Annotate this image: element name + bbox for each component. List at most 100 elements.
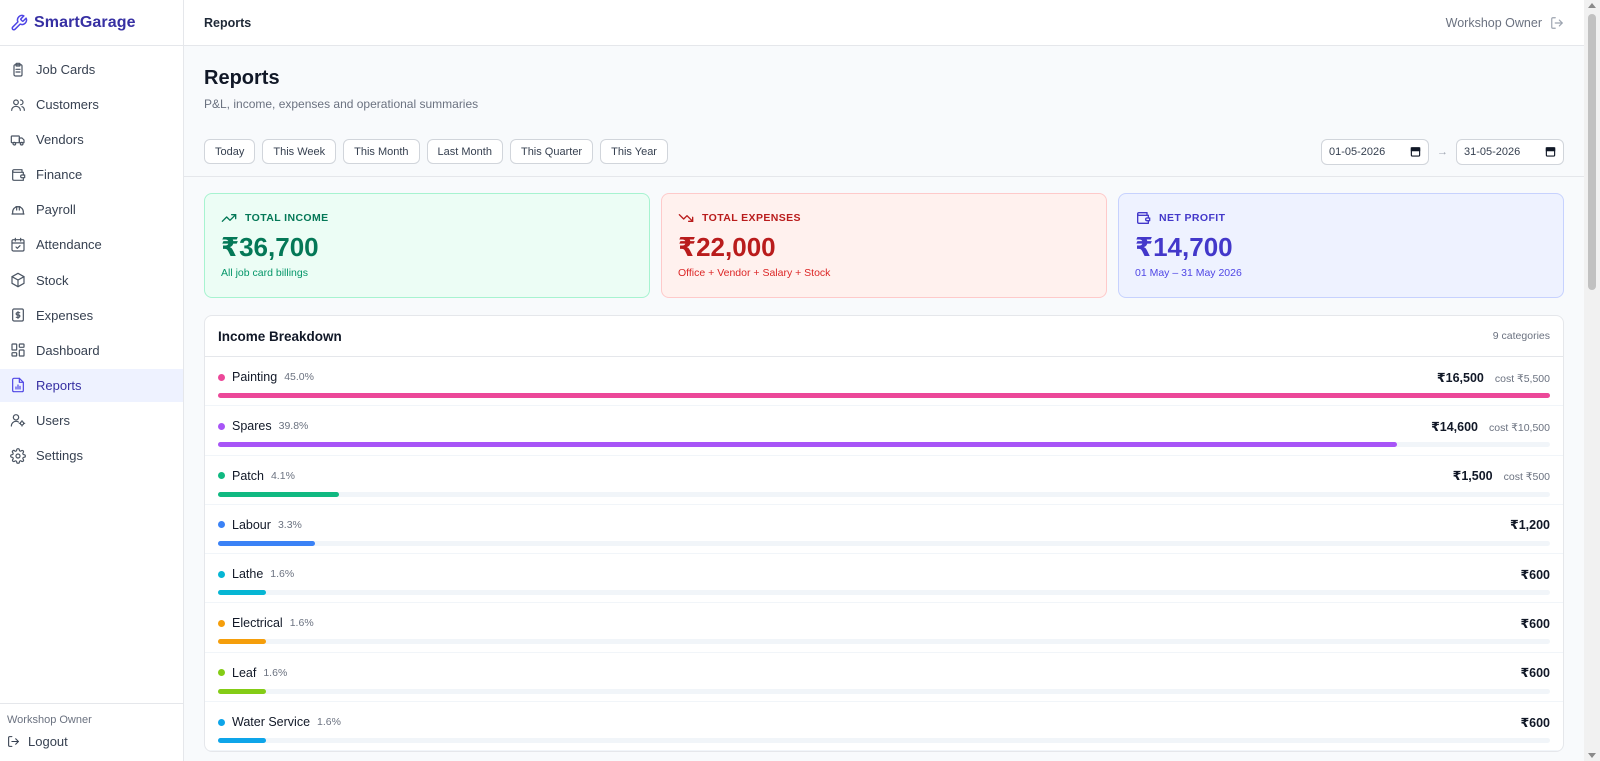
breakdown-row-label: Water Service 1.6% bbox=[218, 715, 341, 729]
category-name: Lathe bbox=[232, 567, 264, 582]
receipt-icon bbox=[10, 307, 26, 323]
wallet-icon bbox=[1135, 210, 1151, 226]
page-title: Reports bbox=[204, 67, 280, 89]
sidebar-item-settings[interactable]: Settings bbox=[0, 439, 183, 472]
sidebar-item-job-cards[interactable]: Job Cards bbox=[0, 53, 183, 86]
net-profit-value: ₹14,700 bbox=[1135, 232, 1233, 262]
package-icon bbox=[10, 272, 26, 288]
category-name: Leaf bbox=[232, 665, 257, 680]
sidebar-item-customers[interactable]: Customers bbox=[0, 88, 183, 121]
page-header: Reports P&L, income, expenses and operat… bbox=[184, 46, 1584, 111]
breakdown-row-label: Labour 3.3% bbox=[218, 518, 302, 532]
calendar-check-icon bbox=[10, 237, 26, 253]
preset-today-button[interactable]: Today bbox=[204, 139, 256, 164]
income-breakdown-header: Income Breakdown 9 categories bbox=[205, 316, 1563, 357]
sidebar-nav: Job Cards Customers Vendors Finance Payroll A… bbox=[0, 46, 183, 472]
breakdown-row-values: ₹14,600 cost ₹10,500 bbox=[1431, 419, 1550, 434]
logout-icon[interactable] bbox=[1550, 16, 1564, 30]
summary-cards: TOTAL INCOME ₹36,700 All job card billin… bbox=[184, 177, 1584, 298]
income-breakdown-title: Income Breakdown bbox=[218, 328, 342, 344]
logout-icon bbox=[7, 735, 20, 748]
category-color-dot bbox=[218, 718, 225, 726]
sidebar-item-attendance[interactable]: Attendance bbox=[0, 228, 183, 261]
brand[interactable]: SmartGarage bbox=[0, 0, 183, 46]
page-scrollbar[interactable] bbox=[1584, 0, 1600, 761]
logout-button[interactable]: Logout bbox=[7, 734, 176, 749]
breakdown-row-label: Lathe 1.6% bbox=[218, 567, 294, 581]
progress-fill bbox=[218, 540, 316, 546]
breakdown-row-header: Leaf 1.6% ₹600 bbox=[218, 665, 1550, 681]
category-color-dot bbox=[218, 472, 225, 480]
scroll-thumb[interactable] bbox=[1588, 14, 1596, 290]
from-date-input[interactable]: 01-05-2026 bbox=[1321, 138, 1429, 165]
category-color-dot bbox=[218, 619, 225, 627]
calendar-icon[interactable] bbox=[1410, 146, 1421, 157]
progress-track bbox=[218, 688, 1550, 694]
net-profit-card: NET PROFIT ₹14,700 01 May – 31 May 2026 bbox=[1118, 193, 1564, 298]
dashboard-icon bbox=[10, 342, 26, 358]
progress-fill bbox=[218, 491, 340, 497]
preset-last-month-button[interactable]: Last Month bbox=[426, 139, 503, 164]
preset-this-quarter-button[interactable]: This Quarter bbox=[509, 139, 594, 164]
breakdown-row-header: Patch 4.1% ₹1,500 cost ₹500 bbox=[218, 468, 1550, 484]
preset-this-month-button[interactable]: This Month bbox=[343, 139, 420, 164]
breakdown-row: Lathe 1.6% ₹600 bbox=[205, 554, 1563, 604]
sidebar-item-label: Finance bbox=[36, 167, 83, 183]
breakdown-rows: Painting 45.0% ₹16,500 cost ₹5,500 Spares 39.… bbox=[205, 357, 1563, 752]
total-expenses-note: Office + Vendor + Salary + Stock bbox=[678, 267, 831, 279]
category-cost: cost ₹500 bbox=[1503, 471, 1550, 484]
progress-track bbox=[218, 393, 1550, 398]
topbar-user-menu[interactable]: Workshop Owner bbox=[1446, 16, 1564, 30]
sidebar-item-stock[interactable]: Stock bbox=[0, 264, 183, 297]
sidebar-item-label: Attendance bbox=[36, 237, 102, 253]
sidebar-item-label: Job Cards bbox=[36, 62, 96, 77]
progress-fill bbox=[218, 738, 266, 744]
breakdown-row: Labour 3.3% ₹1,200 bbox=[205, 505, 1563, 555]
scroll-down-arrow-icon[interactable] bbox=[1588, 753, 1596, 758]
gear-icon bbox=[10, 447, 26, 464]
calendar-icon[interactable] bbox=[1545, 146, 1556, 157]
breakdown-row: Water Service 1.6% ₹600 bbox=[205, 702, 1563, 752]
breakdown-row-values: ₹16,500 cost ₹5,500 bbox=[1437, 370, 1550, 385]
breakdown-row-values: ₹600 bbox=[1520, 567, 1550, 582]
sidebar-item-payroll[interactable]: Payroll bbox=[0, 193, 183, 226]
category-name: Labour bbox=[232, 517, 271, 532]
truck-icon bbox=[10, 132, 26, 148]
progress-track bbox=[218, 639, 1550, 645]
category-percent: 1.6% bbox=[317, 716, 341, 729]
preset-this-week-button[interactable]: This Week bbox=[262, 139, 337, 164]
sidebar-item-vendors[interactable]: Vendors bbox=[0, 123, 183, 156]
main-content: Reports P&L, income, expenses and operat… bbox=[184, 46, 1584, 761]
to-date-input[interactable]: 31-05-2026 bbox=[1456, 138, 1564, 165]
progress-fill bbox=[218, 590, 266, 596]
total-expenses-card: TOTAL EXPENSES ₹22,000 Office + Vendor +… bbox=[661, 193, 1107, 298]
progress-track bbox=[218, 540, 1550, 546]
sidebar-item-label: Expenses bbox=[36, 307, 94, 323]
progress-track bbox=[218, 590, 1550, 596]
footer-user: Workshop Owner bbox=[7, 714, 92, 726]
breakdown-row-values: ₹1,200 bbox=[1510, 517, 1550, 532]
user-cog-icon bbox=[10, 412, 26, 428]
progress-fill bbox=[218, 393, 1550, 398]
breakdown-row-label: Electrical 1.6% bbox=[218, 616, 314, 630]
sidebar-item-users[interactable]: Users bbox=[0, 404, 183, 437]
breakdown-row: Patch 4.1% ₹1,500 cost ₹500 bbox=[205, 456, 1563, 505]
sidebar-item-label: Payroll bbox=[36, 202, 76, 218]
scroll-up-arrow-icon[interactable] bbox=[1588, 3, 1596, 8]
breakdown-row: Spares 39.8% ₹14,600 cost ₹10,500 bbox=[205, 406, 1563, 456]
breakdown-row-header: Lathe 1.6% ₹600 bbox=[218, 566, 1550, 582]
breakdown-row: Electrical 1.6% ₹600 bbox=[205, 603, 1563, 653]
breakdown-row-label: Leaf 1.6% bbox=[218, 666, 287, 680]
category-cost: cost ₹10,500 bbox=[1489, 421, 1550, 434]
category-name: Electrical bbox=[232, 616, 283, 631]
category-name: Painting bbox=[232, 370, 278, 384]
sidebar-item-reports[interactable]: Reports bbox=[0, 368, 183, 402]
sidebar-item-expenses[interactable]: Expenses bbox=[0, 299, 183, 332]
sidebar-item-dashboard[interactable]: Dashboard bbox=[0, 334, 183, 367]
sidebar-item-label: Customers bbox=[36, 97, 99, 113]
progress-track bbox=[218, 738, 1550, 744]
category-percent: 39.8% bbox=[278, 420, 309, 433]
preset-this-year-button[interactable]: This Year bbox=[600, 139, 668, 164]
total-expenses-value: ₹22,000 bbox=[678, 232, 776, 262]
sidebar-item-finance[interactable]: Finance bbox=[0, 158, 183, 191]
